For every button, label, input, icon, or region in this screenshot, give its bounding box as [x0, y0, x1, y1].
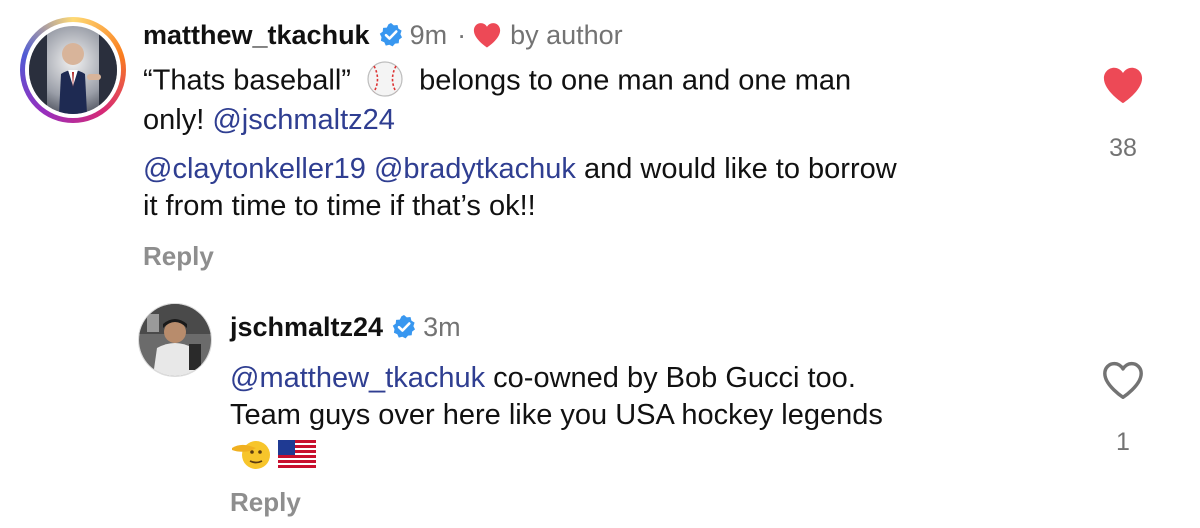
username[interactable]: jschmaltz24 [230, 312, 383, 343]
us-flag-emoji [278, 440, 316, 468]
avatar[interactable] [138, 303, 212, 377]
comment-header: matthew_tkachuk 9m · by author [143, 18, 623, 52]
mention-link[interactable]: @matthew_tkachuk [230, 362, 485, 394]
comment-text: and would like to borrow [583, 153, 897, 185]
comment-text: co-owned by Bob Gucci too. [493, 362, 856, 394]
like-count: 1 [1116, 428, 1130, 456]
comment-header: jschmaltz24 3m [230, 310, 461, 344]
liked-by-author-label: by author [510, 19, 623, 50]
comment-text: it from time to time if that’s ok!! [143, 190, 536, 222]
username[interactable]: matthew_tkachuk [143, 20, 370, 51]
mention-link[interactable]: @jschmaltz24 [212, 104, 395, 136]
heart-filled-icon [472, 21, 502, 49]
baseball-emoji [365, 59, 405, 99]
mention-link[interactable]: @bradytkachuk [374, 153, 576, 185]
verified-badge-icon [391, 314, 417, 340]
comment-time: 3m [423, 311, 461, 342]
comment-body: @matthew_tkachuk co-owned by Bob Gucci t… [230, 360, 1070, 472]
comment-text: Team guys over here like you USA hockey … [230, 399, 883, 431]
avatar[interactable] [29, 26, 117, 114]
reply-button[interactable]: Reply [230, 487, 301, 518]
saluting-face-emoji [230, 434, 272, 472]
heart-filled-icon[interactable] [1100, 65, 1146, 110]
mention-link[interactable]: @claytonkeller19 [143, 153, 366, 185]
comment-text: “Thats baseball” [143, 64, 351, 97]
meta-separator: · [457, 19, 467, 50]
comment-time: 9m [409, 19, 448, 50]
comment-text: only! [143, 104, 205, 136]
comment-text: belongs to one man and one man [419, 64, 852, 97]
avatar-story-ring[interactable] [20, 17, 126, 123]
like-count: 38 [1109, 134, 1137, 162]
verified-badge-icon [378, 22, 404, 48]
heart-outline-icon[interactable] [1101, 360, 1145, 405]
comment-body: “Thats baseball” belongs to one man and … [143, 59, 1023, 225]
reply-button[interactable]: Reply [143, 241, 214, 272]
